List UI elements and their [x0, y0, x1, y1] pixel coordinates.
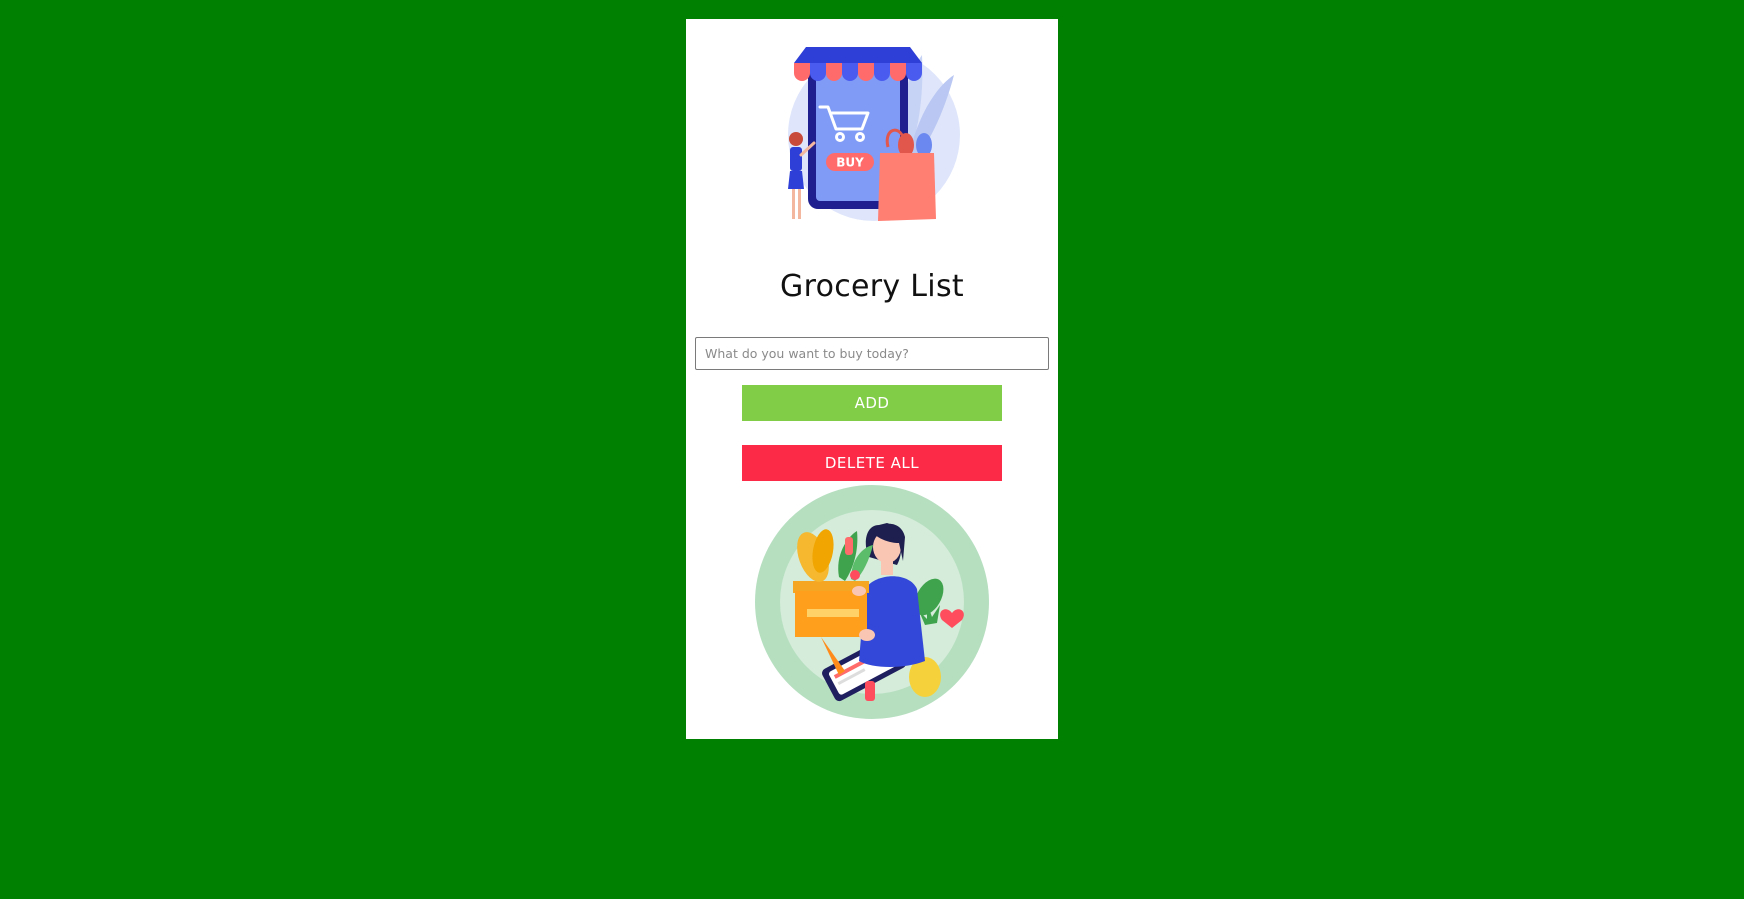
shopping-bag-icon [878, 128, 936, 221]
grocery-card: BUY Grocery List ADD DELETE ALL [686, 19, 1058, 739]
storefront-illustration: BUY [788, 47, 960, 221]
grocery-item-input[interactable] [695, 337, 1049, 370]
buy-badge-text: BUY [836, 156, 864, 170]
groceries-illustration [755, 485, 989, 719]
page-title: Grocery List [780, 269, 964, 304]
delete-all-button[interactable]: DELETE ALL [742, 445, 1002, 481]
add-button[interactable]: ADD [742, 385, 1002, 421]
